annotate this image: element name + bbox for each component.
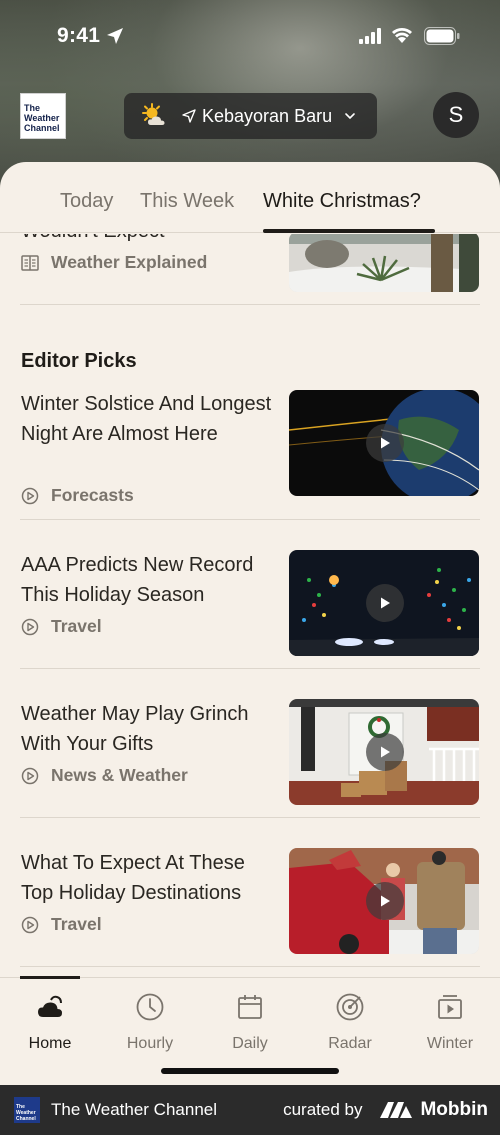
divider xyxy=(20,966,480,967)
app-header: The Weather Channel Kebayoran Baru S xyxy=(0,88,500,144)
category-label: Travel xyxy=(51,914,102,934)
tab-this-week[interactable]: This Week xyxy=(140,190,234,213)
nav-label: Radar xyxy=(328,1035,372,1052)
article-thumbnail xyxy=(289,550,479,656)
article-category: Travel xyxy=(21,616,102,637)
article-title: AAA Predicts New Record This Holiday Sea… xyxy=(21,554,254,606)
weather-channel-logo-small: The Weather Channel xyxy=(14,1097,40,1123)
article-category: Travel xyxy=(21,914,102,935)
nav-hourly[interactable]: Hourly xyxy=(100,992,200,1053)
clock-icon xyxy=(136,993,164,1021)
play-button[interactable] xyxy=(366,733,404,771)
footer-mobbin: Mobbin xyxy=(420,1099,488,1120)
divider xyxy=(20,304,480,305)
radar-icon xyxy=(336,993,364,1021)
article-category: Forecasts xyxy=(21,485,134,506)
footer-brand: The Weather Channel xyxy=(51,1100,218,1119)
location-selector[interactable]: Kebayoran Baru xyxy=(124,93,377,139)
avatar[interactable]: S xyxy=(433,92,479,138)
content-sheet: Today This Week White Christmas? Wouldn'… xyxy=(0,162,500,1085)
tab-bar: Today This Week White Christmas? xyxy=(0,162,500,233)
chevron-down-icon xyxy=(345,113,355,120)
weather-channel-logo[interactable]: The Weather Channel xyxy=(20,93,66,139)
home-indicator xyxy=(161,1068,339,1074)
mobbin-logo-icon xyxy=(380,1102,413,1118)
calendar-icon xyxy=(238,995,262,1019)
article-category: News & Weather xyxy=(21,765,188,786)
location-arrow-icon xyxy=(107,28,123,44)
play-icon xyxy=(381,437,390,449)
video-icon xyxy=(438,995,462,1019)
status-time: 9:41 xyxy=(57,24,101,47)
partly-sunny-icon xyxy=(142,103,165,125)
nav-label: Hourly xyxy=(126,1035,174,1052)
nav-home[interactable]: Home xyxy=(0,992,100,1053)
tab-white-christmas[interactable]: White Christmas? xyxy=(263,190,421,213)
cellular-signal-icon xyxy=(359,28,381,44)
nav-winter[interactable]: Winter xyxy=(400,992,500,1053)
category-label: News & Weather xyxy=(51,765,188,785)
divider xyxy=(20,519,480,520)
category-label: Travel xyxy=(51,616,102,636)
play-icon xyxy=(381,597,390,609)
category-label: Weather Explained xyxy=(51,252,208,272)
section-heading: Editor Picks xyxy=(21,350,137,372)
article-thumbnail xyxy=(289,848,479,954)
battery-icon xyxy=(424,27,460,45)
logo-line: The xyxy=(24,103,41,113)
nav-radar[interactable]: Radar xyxy=(300,992,400,1053)
bottom-navigation: Home Hourly Daily Radar Winter xyxy=(0,976,500,1085)
nav-label: Home xyxy=(28,1035,72,1052)
logo-line: Channel xyxy=(24,123,60,133)
play-circle-icon xyxy=(21,487,39,504)
divider xyxy=(20,817,480,818)
footer-curated: curated by xyxy=(283,1100,363,1119)
article-title: Wouldn't Expect xyxy=(21,234,165,243)
location-name: Kebayoran Baru xyxy=(202,105,333,126)
nav-label: Winter xyxy=(426,1035,474,1052)
play-icon xyxy=(381,746,390,758)
nav-label: Daily xyxy=(232,1035,268,1052)
active-nav-indicator xyxy=(20,976,80,979)
play-button[interactable] xyxy=(366,424,404,462)
play-button[interactable] xyxy=(366,882,404,920)
divider xyxy=(20,668,480,669)
nav-daily[interactable]: Daily xyxy=(200,992,300,1053)
navigation-arrow-icon xyxy=(182,109,196,123)
play-icon xyxy=(381,895,390,907)
article-thumbnail xyxy=(289,234,479,292)
article-thumbnail xyxy=(289,390,479,496)
category-label: Forecasts xyxy=(51,485,134,505)
attribution-footer: The Weather Channel The Weather Channel cu… xyxy=(0,1085,500,1135)
logo-line: Weather xyxy=(24,113,60,123)
play-circle-icon xyxy=(21,767,39,784)
play-circle-icon xyxy=(21,618,39,635)
article-thumbnail xyxy=(289,699,479,805)
article-icon xyxy=(21,254,39,271)
cloud-icon xyxy=(38,995,62,1017)
article-title: Weather May Play Grinch With Your Gifts xyxy=(21,703,249,755)
play-button[interactable] xyxy=(366,584,404,622)
article-title: What To Expect At These Top Holiday Dest… xyxy=(21,852,245,904)
article-category: Weather Explained xyxy=(21,252,207,273)
status-bar: 9:41 xyxy=(0,0,500,74)
article-title: Winter Solstice And Longest Night Are Al… xyxy=(21,393,272,445)
article-feed[interactable]: Wouldn't Expect Weather Explained xyxy=(0,234,500,978)
active-tab-indicator xyxy=(263,229,435,233)
wifi-icon xyxy=(392,28,412,43)
tab-today[interactable]: Today xyxy=(60,190,113,213)
play-circle-icon xyxy=(21,916,39,933)
